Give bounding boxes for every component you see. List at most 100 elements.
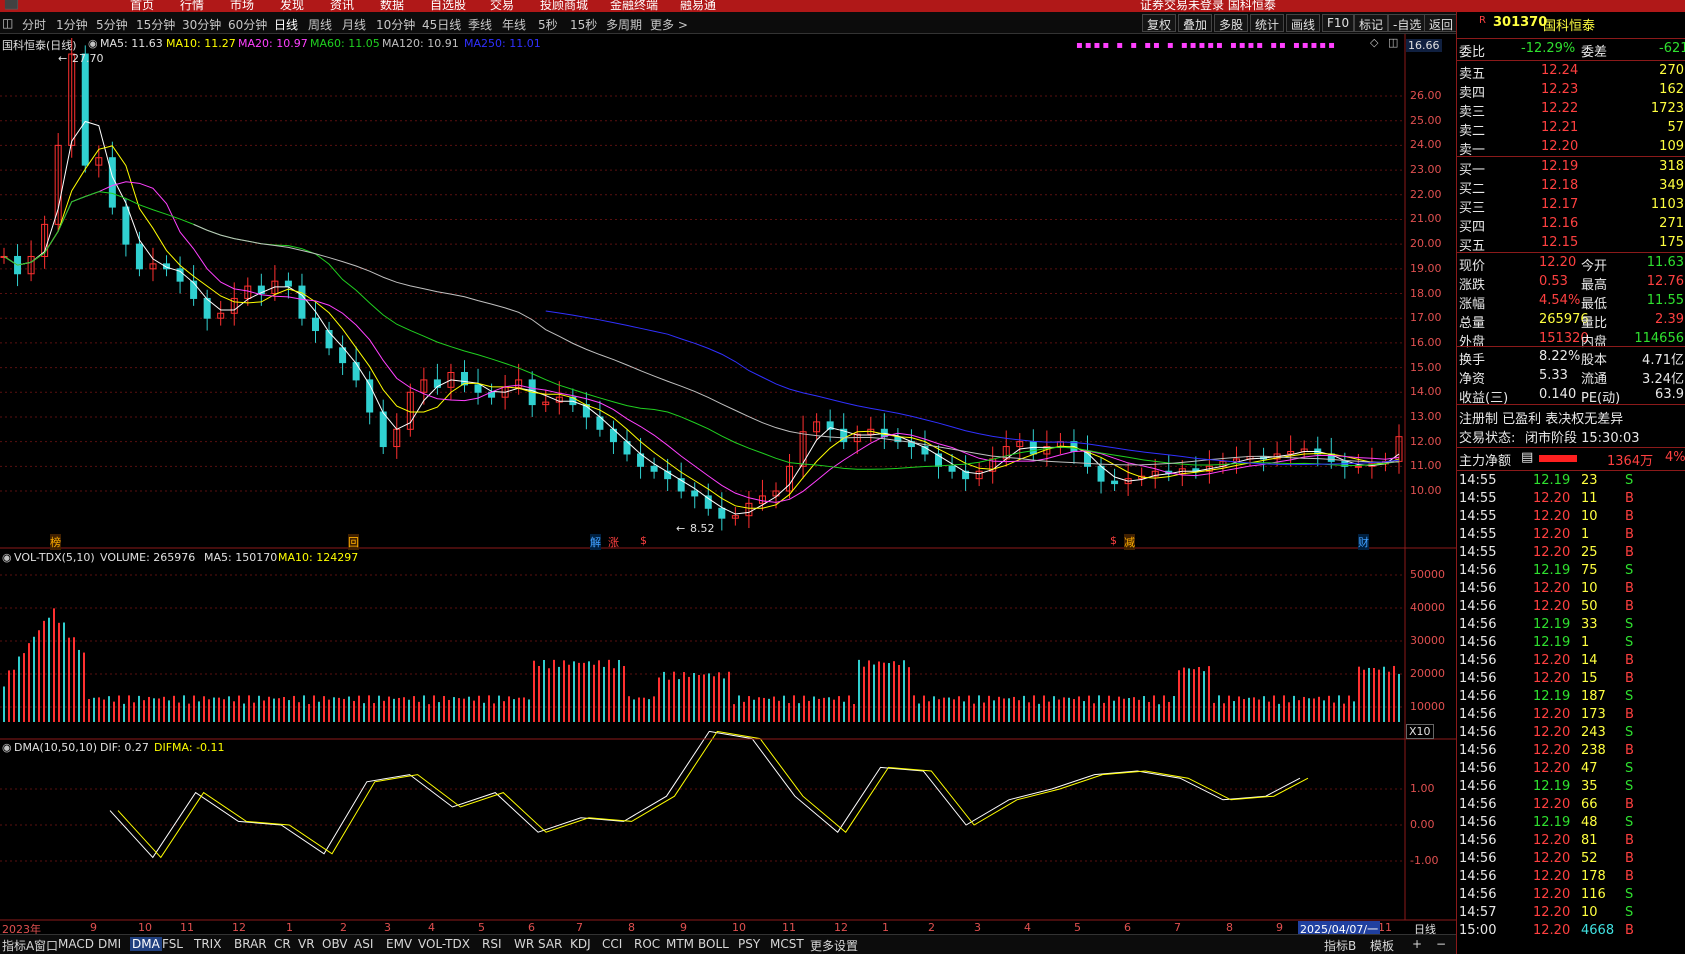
indicator-tab[interactable]: EMV [386, 937, 412, 951]
period-tab[interactable]: 10分钟 [376, 16, 415, 33]
indicator-tab[interactable]: BOLL [698, 937, 729, 951]
tool-button[interactable]: 标记 [1354, 14, 1389, 32]
menu-item[interactable]: 交易 [490, 0, 514, 12]
indicator-tab[interactable]: RSI [482, 937, 502, 951]
menu-item[interactable]: 发现 [280, 0, 304, 12]
period-tab-daily[interactable]: 日线 [274, 16, 298, 33]
menu-item[interactable]: 行情 [180, 0, 204, 12]
indicator-tab[interactable]: MTM [666, 937, 694, 951]
indicator-tab[interactable]: PSY [738, 937, 760, 951]
period-tab[interactable]: 60分钟 [228, 16, 267, 33]
diamond-icon[interactable]: ◇ [1370, 36, 1378, 49]
indicator-tab[interactable]: 窗口 [34, 937, 58, 954]
indicator-tab[interactable]: FSL [162, 937, 183, 951]
tool-button[interactable]: 统计 [1250, 14, 1285, 32]
menu-item[interactable]: 数据 [380, 0, 404, 12]
indicator-tab[interactable]: SAR [538, 937, 562, 951]
indicator-tab[interactable]: BRAR [234, 937, 267, 951]
menu-item[interactable]: 首页 [130, 0, 154, 12]
more-periods-button[interactable]: 更多 > [650, 16, 688, 33]
stat-value: 12.20 [1539, 255, 1577, 270]
period-tab[interactable]: 45日线 [422, 16, 461, 33]
indicator-tab[interactable]: OBV [322, 937, 348, 951]
gear-icon[interactable]: ◉ [2, 741, 12, 754]
volume-bar [633, 699, 635, 722]
period-tab[interactable]: 30分钟 [182, 16, 221, 33]
gear-icon[interactable]: ◉ [88, 37, 98, 50]
period-tab[interactable]: 多周期 [606, 16, 642, 33]
layout-icon[interactable]: ◫ [2, 16, 13, 30]
menu-item[interactable]: 自选股 [430, 0, 466, 12]
indicator-tab[interactable]: VR [298, 937, 315, 951]
event-mark[interactable]: 回 [348, 534, 359, 550]
indicator-tab[interactable]: ROC [634, 937, 660, 951]
indicator-tab[interactable]: ASI [354, 937, 373, 951]
bid-volume: 1103 [1650, 197, 1684, 212]
period-tab[interactable]: 5秒 [538, 16, 558, 33]
candle-body [1111, 480, 1119, 485]
back-button[interactable]: 返回 [1424, 14, 1459, 32]
menu-item[interactable]: 金融终端 [610, 0, 658, 12]
gear-icon[interactable]: ◉ [2, 551, 12, 564]
tool-button[interactable]: 复权 [1142, 14, 1177, 32]
indicator-tab[interactable]: 更多 [810, 937, 834, 954]
tick-time: 14:56 [1459, 815, 1497, 830]
volume-bar [938, 699, 940, 722]
event-mark[interactable]: 减 [1124, 534, 1135, 550]
candle-body [379, 411, 387, 448]
remove-button[interactable]: − [1436, 937, 1446, 951]
indicator-tab[interactable]: VOL-TDX [418, 937, 470, 951]
menu-item[interactable]: 投顾商城 [540, 0, 588, 12]
tick-time: 14:56 [1459, 653, 1497, 668]
menu-item[interactable]: 市场 [230, 0, 254, 12]
indicator-tab[interactable]: WR [514, 937, 534, 951]
volume-bar [1228, 695, 1230, 722]
indicator-tab[interactable]: MCST [770, 937, 804, 951]
period-tab[interactable]: 月线 [342, 16, 366, 33]
tool-button[interactable]: 叠加 [1178, 14, 1213, 32]
event-mark[interactable]: $ [640, 534, 647, 547]
event-mark[interactable]: 财 [1358, 534, 1369, 550]
period-tab[interactable]: 年线 [502, 16, 526, 33]
window-icon[interactable]: ◫ [1388, 36, 1398, 49]
period-tab[interactable]: 分时 [22, 16, 46, 33]
indicator-tab[interactable]: DMA [130, 937, 162, 951]
event-mark[interactable]: $ [1110, 534, 1117, 547]
indicator-tab[interactable]: TRIX [194, 937, 221, 951]
period-tab[interactable]: 周线 [308, 16, 332, 33]
indicator-tab[interactable]: 设置 [834, 937, 858, 954]
tool-button[interactable]: 画线 [1286, 14, 1321, 32]
indicator-b-button[interactable]: 指标B [1324, 937, 1356, 954]
tick-volume: 81 [1581, 833, 1598, 848]
axis-tick-label: 23.00 [1410, 163, 1442, 177]
tool-button[interactable]: 多股 [1214, 14, 1249, 32]
period-tab[interactable]: 15秒 [570, 16, 597, 33]
list-icon[interactable]: ▤ [1521, 450, 1533, 465]
stock-name[interactable]: 国科恒泰 [1543, 15, 1595, 34]
period-tab[interactable]: 15分钟 [136, 16, 175, 33]
tool-button[interactable]: F10 [1322, 14, 1355, 32]
menu-item[interactable]: 融易通 [680, 0, 716, 12]
indicator-tab[interactable]: CR [274, 937, 291, 951]
indicator-tab[interactable]: KDJ [570, 937, 591, 951]
template-button[interactable]: 模板 [1370, 937, 1394, 954]
kline-chart[interactable] [0, 34, 1456, 934]
indicator-tab[interactable]: 指标A [2, 937, 34, 954]
period-tab[interactable]: 季线 [468, 16, 492, 33]
event-mark[interactable]: 榜 [50, 534, 61, 550]
volume-bar [1243, 699, 1245, 722]
indicator-tab[interactable]: CCI [602, 937, 622, 951]
period-tab[interactable]: 1分钟 [56, 16, 88, 33]
indicator-tab[interactable]: MACD [58, 937, 94, 951]
event-mark[interactable]: 涨 [608, 534, 619, 550]
tool-button[interactable]: -自选 [1388, 14, 1427, 32]
tick-price: 12.20 [1533, 671, 1571, 686]
menu-item[interactable]: 资讯 [330, 0, 354, 12]
period-tab[interactable]: 5分钟 [96, 16, 128, 33]
volume-bar [668, 679, 670, 722]
ask-price: 12.24 [1541, 63, 1579, 78]
indicator-tab[interactable]: DMI [98, 937, 121, 951]
tick-side: S [1625, 905, 1634, 920]
event-mark[interactable]: 解 [590, 534, 601, 550]
add-button[interactable]: + [1412, 937, 1422, 951]
